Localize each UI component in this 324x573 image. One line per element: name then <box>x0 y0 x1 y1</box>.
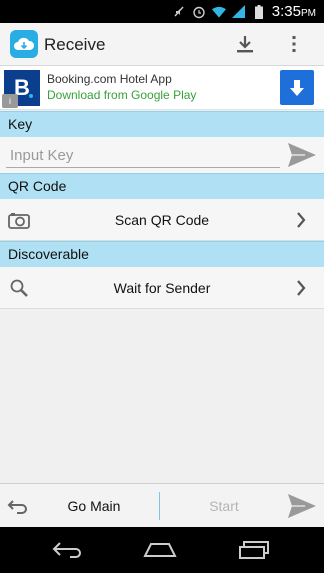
overflow-menu-icon[interactable] <box>282 29 306 59</box>
undo-icon[interactable] <box>6 494 30 518</box>
go-main-button[interactable]: Go Main <box>36 484 152 528</box>
recent-apps-icon[interactable] <box>234 537 274 563</box>
scan-qr-row[interactable]: Scan QR Code <box>0 199 324 241</box>
key-input[interactable] <box>6 144 280 168</box>
key-row <box>0 137 324 173</box>
battery-icon <box>252 4 266 19</box>
bottom-action-bar: Go Main Start <box>0 483 324 527</box>
ad-title[interactable]: Booking.com Hotel App <box>47 72 172 86</box>
wait-sender-label: Wait for Sender <box>113 280 211 296</box>
send-key-icon[interactable] <box>286 139 318 171</box>
alarm-icon <box>192 5 206 19</box>
status-time: 3:35PM <box>271 3 316 20</box>
download-icon[interactable] <box>230 29 260 59</box>
send-icon[interactable] <box>286 490 318 522</box>
discoverable-section-header: Discoverable <box>0 241 324 267</box>
qr-section-header: QR Code <box>0 173 324 199</box>
cloud-app-icon[interactable] <box>10 30 38 58</box>
mute-icon <box>172 5 186 19</box>
scan-qr-label: Scan QR Code <box>114 212 210 228</box>
page-title: Receive <box>44 35 106 54</box>
wait-sender-row[interactable]: Wait for Sender <box>0 267 324 309</box>
chevron-right-icon <box>294 211 308 229</box>
home-icon[interactable] <box>140 537 180 563</box>
action-divider <box>159 492 160 520</box>
ad-download-button[interactable] <box>280 70 314 105</box>
status-icons: 3:35PM <box>172 3 316 20</box>
start-button[interactable]: Start <box>166 484 282 528</box>
chevron-right-icon <box>294 279 308 297</box>
back-icon[interactable] <box>48 537 88 563</box>
wifi-icon <box>211 5 226 19</box>
status-bar: 3:35PM <box>0 0 324 23</box>
system-nav-bar <box>0 527 324 573</box>
ad-subtitle[interactable]: Download from Google Play <box>47 88 196 102</box>
app-bar: Receive <box>0 23 324 66</box>
key-section-header: Key <box>0 111 324 137</box>
ad-info-icon[interactable]: i <box>2 94 18 108</box>
signal-icon <box>232 5 246 19</box>
ad-banner[interactable]: B i Booking.com Hotel App Download from … <box>0 66 324 110</box>
